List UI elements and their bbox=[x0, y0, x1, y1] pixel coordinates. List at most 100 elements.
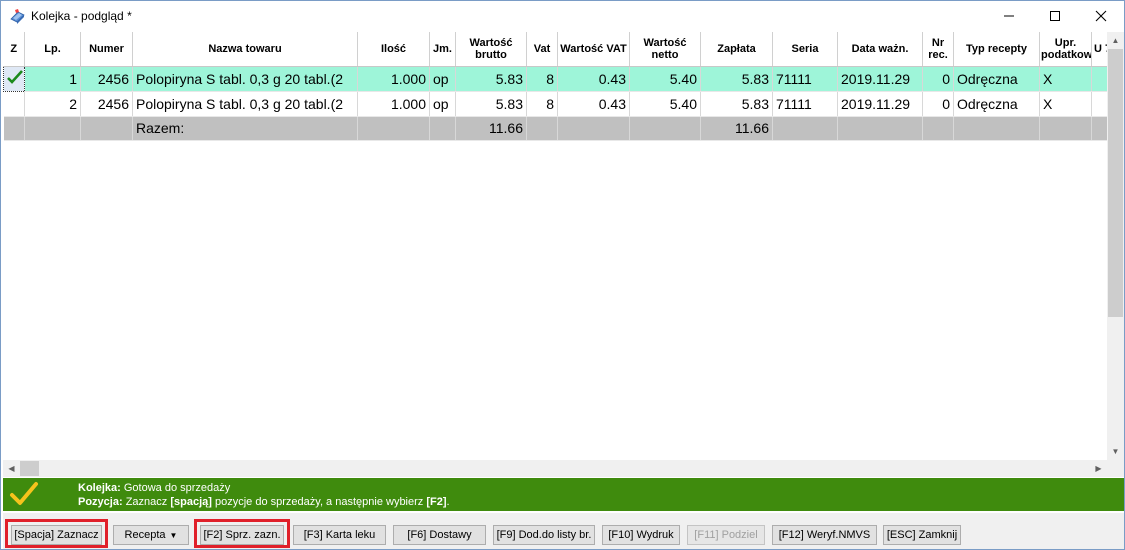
cell-typ: Odręczna bbox=[953, 66, 1040, 92]
cell-ilosc: 1.000 bbox=[357, 66, 430, 92]
cell-seria: 71111 bbox=[772, 66, 838, 92]
window-title: Kolejka - podgląd * bbox=[31, 9, 132, 23]
table-row[interactable]: 2 2456 Polopiryna S tabl. 0,3 g 20 tabl.… bbox=[3, 91, 1107, 117]
col-header-ilosc[interactable]: Ilość bbox=[357, 32, 430, 67]
cell-netto: 5.40 bbox=[629, 91, 701, 117]
table-row[interactable]: 1 2456 Polopiryna S tabl. 0,3 g 20 tabl.… bbox=[3, 65, 1107, 92]
col-header-typ[interactable]: Typ recepty bbox=[953, 32, 1040, 67]
col-header-numer[interactable]: Numer bbox=[80, 32, 133, 67]
cell-data: 2019.11.29 bbox=[837, 91, 923, 117]
queue-table[interactable]: Z Lp. Numer Nazwa towaru Ilość Jm. Warto… bbox=[3, 32, 1107, 460]
row-select-cell[interactable] bbox=[3, 65, 25, 92]
status-position-label: Pozycja: bbox=[78, 496, 123, 508]
col-header-wartosc-vat[interactable]: Wartość VAT bbox=[557, 32, 630, 67]
cell-jm: op bbox=[429, 91, 456, 117]
deliveries-button[interactable]: [F6] Dostawy bbox=[393, 525, 486, 545]
summary-cell bbox=[526, 116, 558, 141]
col-header-z[interactable]: Z bbox=[3, 32, 25, 67]
status-bar: Kolejka: Gotowa do sprzedaży Pozycja: Za… bbox=[3, 478, 1124, 511]
summary-cell bbox=[922, 116, 954, 141]
close-window-button[interactable]: [ESC] Zamknij bbox=[883, 525, 961, 545]
col-header-u[interactable]: U 7 bbox=[1091, 32, 1107, 67]
status-position-text-2: pozycje do sprzedaży, a następnie wybier… bbox=[214, 496, 424, 508]
summary-cell bbox=[557, 116, 630, 141]
title-bar: Kolejka - podgląd * bbox=[1, 1, 1124, 32]
cell-upr: X bbox=[1039, 91, 1092, 117]
status-queue-label: Kolejka: bbox=[78, 482, 121, 494]
col-header-nr-rec[interactable]: Nr rec. bbox=[922, 32, 954, 67]
app-icon bbox=[9, 8, 26, 25]
status-period: . bbox=[446, 496, 450, 508]
cell-brutto: 5.83 bbox=[455, 91, 527, 117]
cell-jm: op bbox=[429, 66, 456, 92]
mark-button[interactable]: [Spacja] Zaznacz bbox=[11, 525, 102, 545]
col-header-upr[interactable]: Upr. podatkow bbox=[1039, 32, 1092, 67]
col-header-lp[interactable]: Lp. bbox=[24, 32, 81, 67]
status-queue-text: Gotowa do sprzedaży bbox=[123, 482, 231, 494]
cell-lp: 2 bbox=[24, 91, 81, 117]
cell-nazwa: Polopiryna S tabl. 0,3 g 20 tabl.(2 bbox=[132, 91, 358, 117]
cell-netto: 5.40 bbox=[629, 66, 701, 92]
cell-zaplata: 5.83 bbox=[700, 91, 773, 117]
scroll-up-icon[interactable]: ▲ bbox=[1107, 32, 1124, 49]
summary-cell bbox=[1091, 116, 1107, 141]
col-header-vat[interactable]: Vat bbox=[526, 32, 558, 67]
col-header-seria[interactable]: Seria bbox=[772, 32, 838, 67]
status-position-line: Pozycja: Zaznacz [spacją] pozycje do spr… bbox=[78, 496, 450, 508]
scroll-right-icon[interactable]: ▶ bbox=[1090, 460, 1107, 477]
minimize-button[interactable] bbox=[986, 1, 1032, 31]
cell-typ: Odręczna bbox=[953, 91, 1040, 117]
verify-nmvs-button[interactable]: [F12] Weryf.NMVS bbox=[772, 525, 877, 545]
close-button[interactable] bbox=[1078, 1, 1124, 31]
summary-cell bbox=[80, 116, 133, 141]
cell-upr: X bbox=[1039, 66, 1092, 92]
row-select-cell[interactable] bbox=[3, 91, 25, 117]
print-button[interactable]: [F10] Wydruk bbox=[602, 525, 680, 545]
cell-nr-rec: 0 bbox=[922, 91, 954, 117]
split-button: [F11] Podziel bbox=[687, 525, 765, 545]
status-key-space: [spacją] bbox=[170, 496, 212, 508]
col-header-nazwa[interactable]: Nazwa towaru bbox=[132, 32, 358, 67]
col-header-brutto[interactable]: Wartość brutto bbox=[455, 32, 527, 67]
table-header-row: Z Lp. Numer Nazwa towaru Ilość Jm. Warto… bbox=[3, 32, 1107, 67]
vertical-scrollbar[interactable]: ▲ ▼ bbox=[1107, 32, 1124, 460]
col-header-netto[interactable]: Wartość netto bbox=[629, 32, 701, 67]
cell-nazwa: Polopiryna S tabl. 0,3 g 20 tabl.(2 bbox=[132, 66, 358, 92]
summary-label: Razem: bbox=[132, 116, 358, 141]
cell-u bbox=[1091, 66, 1107, 92]
sell-marked-button[interactable]: [F2] Sprz. zazn. bbox=[200, 525, 284, 545]
col-header-data[interactable]: Data ważn. bbox=[837, 32, 923, 67]
summary-cell bbox=[3, 116, 25, 141]
scroll-left-icon[interactable]: ◀ bbox=[3, 460, 20, 477]
drug-card-button[interactable]: [F3] Karta leku bbox=[293, 525, 386, 545]
summary-cell bbox=[772, 116, 838, 141]
scroll-down-icon[interactable]: ▼ bbox=[1107, 443, 1124, 460]
cell-wartosc-vat: 0.43 bbox=[557, 66, 630, 92]
status-position-text: Zaznacz bbox=[125, 496, 168, 508]
cell-data: 2019.11.29 bbox=[837, 66, 923, 92]
col-header-zaplata[interactable]: Zapłata bbox=[700, 32, 773, 67]
summary-cell bbox=[953, 116, 1040, 141]
status-queue-line: Kolejka: Gotowa do sprzedaży bbox=[78, 482, 230, 494]
app-window: Kolejka - podgląd * Z Lp. Numer Nazwa to… bbox=[0, 0, 1125, 550]
summary-row: Razem: 11.66 11.66 bbox=[3, 116, 1107, 141]
add-to-shortage-list-button[interactable]: [F9] Dod.do listy br. bbox=[493, 525, 595, 545]
horizontal-scrollbar[interactable]: ◀ ▶ bbox=[3, 460, 1107, 477]
horizontal-scroll-thumb[interactable] bbox=[20, 461, 39, 476]
vertical-scroll-thumb[interactable] bbox=[1108, 49, 1123, 317]
recepta-dropdown-button[interactable]: Recepta ▼ bbox=[113, 525, 189, 545]
checkmark-icon bbox=[10, 482, 38, 505]
cell-wartosc-vat: 0.43 bbox=[557, 91, 630, 117]
maximize-button[interactable] bbox=[1032, 1, 1078, 31]
recepta-label: Recepta bbox=[124, 529, 166, 541]
summary-cell bbox=[629, 116, 701, 141]
summary-cell bbox=[429, 116, 456, 141]
checkmark-icon bbox=[7, 70, 23, 84]
cell-vat: 8 bbox=[526, 66, 558, 92]
cell-nr-rec: 0 bbox=[922, 66, 954, 92]
col-header-jm[interactable]: Jm. bbox=[429, 32, 456, 67]
cell-zaplata: 5.83 bbox=[700, 66, 773, 92]
cell-u bbox=[1091, 91, 1107, 117]
cell-seria: 71111 bbox=[772, 91, 838, 117]
chevron-down-icon: ▼ bbox=[169, 530, 178, 540]
